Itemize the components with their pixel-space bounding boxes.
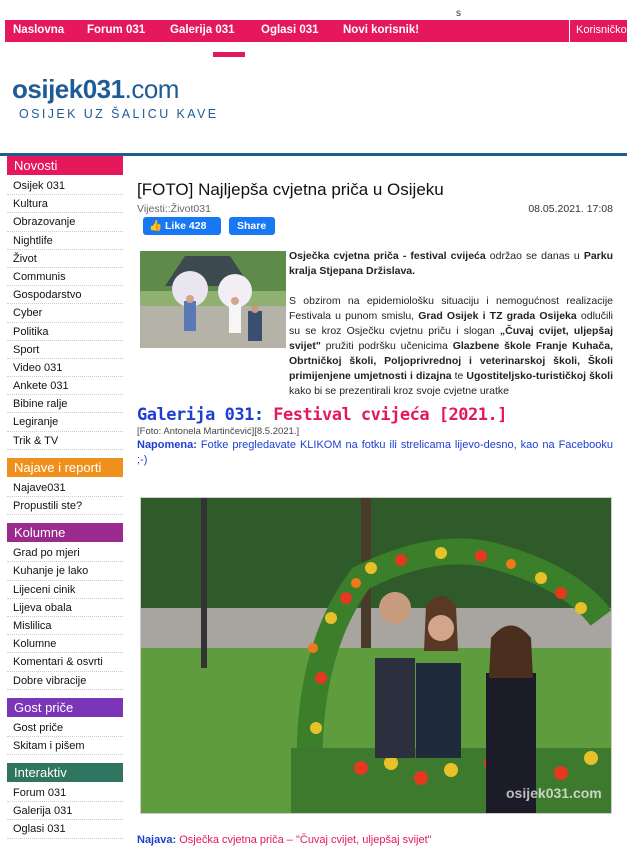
login-link[interactable]: Korisničko: [569, 20, 627, 42]
sidebar-item[interactable]: Mislilica: [7, 617, 123, 636]
sidebar-item[interactable]: Galerija 031: [7, 802, 123, 821]
photo-credit: [Foto: Antonela Martinčević][8.5.2021.]: [137, 426, 300, 437]
sidebar-item[interactable]: Trik & TV: [7, 432, 123, 450]
najava-text: Osječka cvjetna priča – "Čuvaj cvijet, u…: [176, 834, 432, 846]
section-kolumne[interactable]: Kolumne: [7, 523, 123, 543]
facebook-like-button[interactable]: 👍 Like 428: [143, 217, 221, 235]
site-logo[interactable]: osijek031.com: [12, 74, 179, 105]
note-text: Fotke pregledavate KLIKOM na fotku ili s…: [137, 439, 613, 466]
section-interaktiv[interactable]: Interaktiv: [7, 763, 123, 783]
body-text: kako bi se prezentirali kroz svoje cvjet…: [289, 385, 510, 397]
nav-accent-bar: [213, 52, 245, 57]
sidebar-item[interactable]: Sport: [7, 341, 123, 359]
photo-watermark: osijek031.com: [506, 785, 602, 801]
facebook-share-button[interactable]: Share: [229, 217, 275, 235]
section-novosti[interactable]: Novosti: [7, 156, 123, 175]
sidebar-item[interactable]: Lijeceni cinik: [7, 581, 123, 599]
najava-label: Najava:: [137, 834, 177, 846]
article-date: 08.05.2021. 17:08: [528, 203, 613, 215]
section-najave[interactable]: Najave i reporti: [7, 457, 123, 477]
nav-galerija[interactable]: Galerija 031: [170, 24, 235, 36]
sidebar-item[interactable]: Forum 031: [7, 784, 123, 803]
sidebar-item[interactable]: Cyber: [7, 304, 123, 323]
thumbs-up-icon: 👍: [149, 220, 165, 232]
logo-part-3: .com: [124, 74, 180, 104]
sidebar-item[interactable]: Život: [7, 250, 123, 268]
body-text: održao se danas u: [485, 250, 584, 262]
logo-part-1: osi: [12, 74, 49, 104]
gallery-title[interactable]: Galerija 031: Festival cvijeća [2021.]: [137, 405, 613, 425]
sidebar-item[interactable]: Gost priče: [7, 719, 123, 737]
note-label: Napomena:: [137, 439, 197, 451]
article-body: Osječka cvjetna priča - festival cvijeća…: [137, 249, 613, 399]
body-text: pružiti podršku učenicima: [320, 340, 453, 352]
sidebar-item[interactable]: Komentari & osvrti: [7, 653, 123, 672]
sidebar-item[interactable]: Legiranje: [7, 413, 123, 432]
sidebar-item[interactable]: Kolumne: [7, 635, 123, 654]
sidebar-item[interactable]: Oglasi 031: [7, 820, 123, 839]
sidebar-item[interactable]: Ankete 031: [7, 377, 123, 396]
body-bold: Ugostiteljsko-turističkoj školi: [466, 370, 613, 382]
sidebar-item[interactable]: Najave031: [7, 479, 123, 497]
nav-naslovna[interactable]: Naslovna: [13, 24, 64, 36]
top-search-char: s: [456, 8, 461, 19]
top-navbar: Naslovna Forum 031 Galerija 031 Oglasi 0…: [5, 20, 627, 42]
sidebar-item[interactable]: Gospodarstvo: [7, 286, 123, 305]
article-title: [FOTO] Najljepša cvjetna priča u Osijeku: [137, 180, 444, 199]
sidebar-item[interactable]: Propustili ste?: [7, 497, 123, 516]
article: [FOTO] Najljepša cvjetna priča u Osijeku…: [137, 180, 613, 468]
section-gost-price[interactable]: Gost priče: [7, 697, 123, 717]
sidebar-item[interactable]: Lijeva obala: [7, 599, 123, 617]
body-text: te: [451, 370, 467, 382]
gallery-title-name: Festival cvijeća [2021.]: [263, 405, 507, 425]
sidebar-item[interactable]: Dobre vibracije: [7, 672, 123, 690]
sidebar-item[interactable]: Skitam i pišem: [7, 737, 123, 756]
sidebar-item[interactable]: Kultura: [7, 195, 123, 214]
sidebar-item[interactable]: Video 031: [7, 359, 123, 378]
nav-forum[interactable]: Forum 031: [87, 24, 145, 36]
gallery-title-label: Galerija 031:: [137, 405, 264, 425]
sidebar-item[interactable]: Politika: [7, 323, 123, 341]
sidebar-item[interactable]: Kuhanje je lako: [7, 562, 123, 581]
nav-oglasi[interactable]: Oglasi 031: [261, 24, 319, 36]
sidebar-item[interactable]: Obrazovanje: [7, 213, 123, 232]
sidebar-item[interactable]: Communis: [7, 268, 123, 287]
body-bold: Osječka cvjetna priča - festival cvijeća: [289, 250, 486, 262]
gallery-note: Napomena: Fotke pregledavate KLIKOM na f…: [137, 438, 613, 468]
site-tagline: OSIJEK UZ ŠALICU KAVE: [19, 107, 219, 121]
social-buttons: 👍 Like 428 Share: [137, 217, 613, 237]
najava-link[interactable]: Najava: Osječka cvjetna priča – "Čuvaj c…: [137, 834, 432, 846]
article-intro: Osječka cvjetna priča - festival cvijeća…: [137, 249, 613, 399]
article-meta: Vijesti::Život031 08.05.2021. 17:08: [137, 203, 613, 217]
sidebar-item[interactable]: Nightlife: [7, 232, 123, 250]
like-label: Like 428: [165, 220, 207, 232]
sidebar-item[interactable]: Grad po mjeri: [7, 544, 123, 563]
sidebar-item[interactable]: Bibine ralje: [7, 395, 123, 414]
gallery-main-photo[interactable]: osijek031.com: [140, 497, 612, 814]
logo-part-2: jek031: [48, 74, 125, 104]
article-category[interactable]: Vijesti::Život031: [137, 203, 211, 215]
sidebar-item[interactable]: Osijek 031: [7, 177, 123, 196]
body-bold: Grad Osijek i TZ grada Osijeka: [418, 310, 577, 322]
nav-novi-korisnik[interactable]: Novi korisnik!: [343, 24, 419, 36]
sidebar: Novosti Osijek 031 Kultura Obrazovanje N…: [7, 156, 123, 839]
